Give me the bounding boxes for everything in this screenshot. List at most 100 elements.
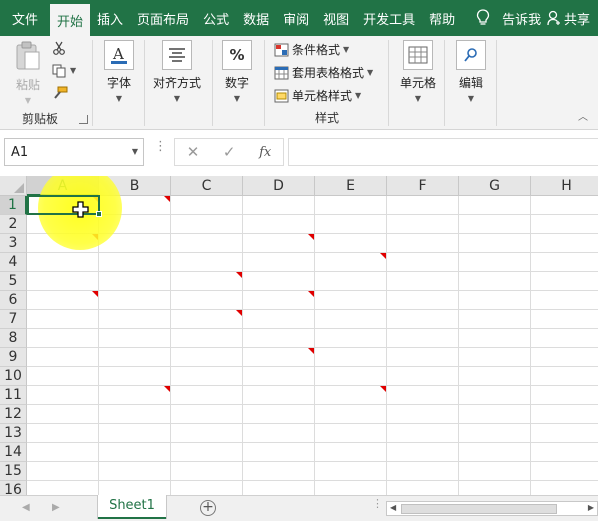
comment-indicator-icon[interactable] [308,291,314,297]
spreadsheet-grid[interactable]: ABCDEFGH 12345678910111213141516 [0,176,598,495]
comment-indicator-icon[interactable] [308,234,314,240]
column-gridline [170,196,171,495]
cells-icon [403,40,433,70]
conditional-format-label: 条件格式 [292,43,341,57]
format-painter-icon[interactable] [52,86,68,100]
column-header-f[interactable]: F [387,176,459,196]
scrollbar-thumb[interactable] [401,504,557,514]
row-header-5[interactable]: 5 [0,272,27,291]
row-header-14[interactable]: 14 [0,443,27,462]
font-icon: A [104,40,134,70]
prev-sheet-icon[interactable]: ◀ [22,502,30,513]
row-header-9[interactable]: 9 [0,348,27,367]
row-gridline [27,404,598,405]
clipboard-launcher-icon[interactable] [79,115,88,124]
comment-indicator-icon[interactable] [380,253,386,259]
paste-dropdown-icon: ▼ [24,96,32,105]
row-header-16[interactable]: 16 [0,481,27,495]
name-box[interactable]: A1 ▼ [4,138,144,166]
comment-indicator-icon[interactable] [92,291,98,297]
clipboard-group-label: 剪贴板 [21,112,58,126]
tab-file[interactable]: 文件 [0,0,50,36]
comment-indicator-icon[interactable] [308,348,314,354]
scrollbar-grip-icon[interactable]: ⋮ [372,498,383,509]
ribbon-tab-bar: 文件 开始 插入 页面布局 公式 数据 审阅 视图 开发工具 帮助 告诉我 共享 [0,0,598,36]
tab-developer[interactable]: 开发工具 [356,0,422,36]
row-header-8[interactable]: 8 [0,329,27,348]
insert-function-icon[interactable]: fx [259,145,271,160]
active-cell[interactable] [27,195,100,215]
conditional-format-dropdown-icon: ▼ [343,45,350,54]
column-header-d[interactable]: D [243,176,315,196]
cells-label: 单元格 [399,76,436,90]
row-header-4[interactable]: 4 [0,253,27,272]
cells-button[interactable]: 单元格 ▼ [398,40,438,103]
row-header-13[interactable]: 13 [0,424,27,443]
select-all-button[interactable] [0,176,27,196]
tab-view[interactable]: 视图 [316,0,356,36]
cancel-icon[interactable]: ✕ [187,143,200,161]
editing-button[interactable]: 编辑 ▼ [452,40,490,103]
tab-formulas[interactable]: 公式 [196,0,236,36]
row-header-10[interactable]: 10 [0,367,27,386]
svg-text:A: A [112,45,124,63]
row-header-7[interactable]: 7 [0,310,27,329]
comment-indicator-icon[interactable] [164,196,170,202]
name-box-dropdown-icon[interactable]: ▼ [132,147,138,156]
row-header-1[interactable]: 1 [0,196,27,215]
paste-label: 粘贴 [15,78,40,92]
tab-data[interactable]: 数据 [236,0,276,36]
horizontal-scrollbar[interactable]: ◀ ▶ [386,501,598,516]
table-format-icon [274,66,289,79]
row-header-15[interactable]: 15 [0,462,27,481]
number-button[interactable]: % 数字 ▼ [218,40,256,103]
comment-indicator-icon[interactable] [236,272,242,278]
column-header-h[interactable]: H [531,176,598,196]
sheet-tab-sheet1[interactable]: Sheet1 [98,495,166,519]
tab-review[interactable]: 审阅 [276,0,316,36]
scroll-right-icon[interactable]: ▶ [588,503,594,512]
separator [212,40,213,126]
tell-me-search[interactable]: 告诉我 [476,0,541,36]
row-header-6[interactable]: 6 [0,291,27,310]
collapse-ribbon-icon[interactable]: ︿ [578,108,588,123]
row-gridline [27,309,598,310]
scroll-left-icon[interactable]: ◀ [390,503,396,512]
comment-indicator-icon[interactable] [164,386,170,392]
number-label: 数字 [224,76,249,90]
copy-dropdown-icon[interactable]: ▼ [70,66,76,75]
font-button[interactable]: A 字体 ▼ [100,40,138,103]
paste-button[interactable]: 粘贴 ▼ [8,40,48,105]
add-sheet-button[interactable]: + [200,500,216,516]
format-as-table-button[interactable]: 套用表格格式 ▼ [274,64,373,81]
cut-icon[interactable] [52,41,66,55]
row-header-3[interactable]: 3 [0,234,27,253]
column-header-c[interactable]: C [171,176,243,196]
percent-icon: % [222,40,252,70]
next-sheet-icon[interactable]: ▶ [52,502,60,513]
conditional-format-icon [274,43,289,56]
conditional-format-button[interactable]: 条件格式 ▼ [274,41,349,58]
tab-insert[interactable]: 插入 [90,0,130,36]
tab-home[interactable]: 开始 [50,4,91,36]
column-header-g[interactable]: G [459,176,531,196]
row-gridline [27,328,598,329]
cell-styles-label: 单元格样式 [292,89,353,103]
row-header-2[interactable]: 2 [0,215,27,234]
tab-help[interactable]: 帮助 [422,0,462,36]
enter-icon[interactable]: ✓ [223,143,236,161]
cell-styles-button[interactable]: 单元格样式 ▼ [274,87,361,104]
share-button[interactable]: 共享 [547,0,598,36]
row-header-11[interactable]: 11 [0,386,27,405]
separator [92,40,93,126]
row-header-12[interactable]: 12 [0,405,27,424]
column-header-e[interactable]: E [315,176,387,196]
alignment-button[interactable]: 对齐方式 ▼ [148,40,206,103]
fill-handle[interactable] [96,211,102,217]
tab-page-layout[interactable]: 页面布局 [130,0,196,36]
formula-input[interactable] [288,138,598,166]
copy-icon[interactable] [52,64,66,78]
comment-indicator-icon[interactable] [236,310,242,316]
comment-indicator-icon[interactable] [380,386,386,392]
formula-bar-grip-icon[interactable]: ⋮ [154,140,167,153]
